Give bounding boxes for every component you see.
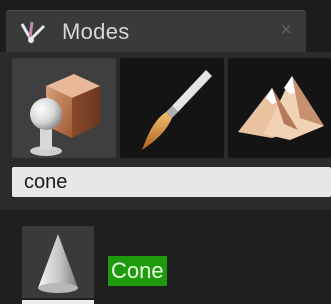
result-label: Cone: [108, 256, 167, 286]
search-input[interactable]: [12, 167, 331, 197]
landscape-mode-button[interactable]: [228, 58, 331, 158]
modes-panel: Modes × cone Cone: [0, 0, 331, 304]
paint-mode-button[interactable]: [120, 58, 224, 158]
paintbrush-icon: [142, 70, 212, 150]
results-list: Cone: [0, 210, 331, 304]
place-mode-button[interactable]: [12, 58, 116, 158]
modes-icon: [20, 21, 46, 43]
mountains-icon: [238, 76, 324, 140]
cone-thumbnail: [22, 226, 94, 298]
place-cube-sphere-icon: [30, 74, 100, 156]
cone-thumbnail-icon: [38, 234, 78, 293]
search-row: [0, 160, 331, 206]
mode-toolbar: [0, 52, 331, 160]
thumbnail-underline: [22, 300, 94, 304]
modes-tab[interactable]: Modes ×: [6, 10, 306, 52]
panel-titlebar: Modes ×: [0, 0, 331, 52]
panel-title: Modes: [62, 19, 130, 44]
list-item-cone[interactable]: Cone: [10, 222, 310, 304]
close-icon[interactable]: ×: [280, 20, 292, 40]
